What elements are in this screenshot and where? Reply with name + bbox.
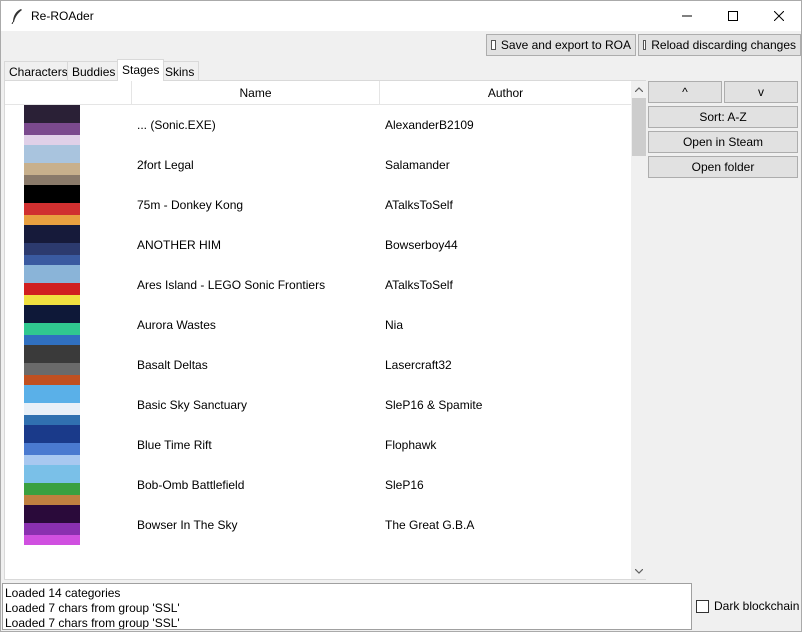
tab-characters[interactable]: Characters xyxy=(4,61,73,81)
stage-author: The Great G.B.A xyxy=(385,518,475,532)
table-row[interactable]: Basalt Deltas Lasercraft32 xyxy=(5,345,631,385)
save-export-button[interactable]: Save and export to ROA xyxy=(486,34,636,56)
chevron-down-icon xyxy=(635,568,643,574)
move-up-button[interactable]: ^ xyxy=(648,81,722,103)
scroll-down-button[interactable] xyxy=(631,563,647,579)
stage-list: ... (Sonic.EXE) AlexanderB2109 2fort Legal… xyxy=(5,105,631,545)
stage-name: Bob-Omb Battlefield xyxy=(137,478,245,492)
stage-thumbnail xyxy=(24,185,80,225)
stage-name: ANOTHER HIM xyxy=(137,238,221,252)
stage-thumbnail xyxy=(24,145,80,185)
stage-name: 75m - Donkey Kong xyxy=(137,198,244,212)
minimize-button[interactable] xyxy=(664,1,710,31)
stages-panel: Name Author ... (Sonic.EXE) AlexanderB210… xyxy=(4,80,647,580)
stage-author: Nia xyxy=(385,318,404,332)
stage-thumbnail xyxy=(24,105,80,145)
reload-icon xyxy=(643,40,647,50)
vertical-scrollbar[interactable] xyxy=(631,81,647,579)
scroll-thumb[interactable] xyxy=(632,98,646,156)
stage-author: Salamander xyxy=(385,158,450,172)
close-icon xyxy=(774,11,784,21)
sort-button[interactable]: Sort: A-Z xyxy=(648,106,798,128)
log-output[interactable]: Loaded 14 categories Loaded 7 chars from… xyxy=(2,583,692,630)
scroll-up-button[interactable] xyxy=(631,81,647,97)
dark-mode-toggle[interactable]: Dark blockchain xyxy=(696,599,799,613)
chevron-up-icon xyxy=(635,86,643,92)
dark-mode-label: Dark blockchain xyxy=(714,599,800,613)
log-line: Loaded 7 chars from group 'SSL' xyxy=(5,616,180,630)
stage-name: ... (Sonic.EXE) xyxy=(137,118,216,132)
tab-skins[interactable]: Skins xyxy=(160,61,200,81)
maximize-button[interactable] xyxy=(710,1,756,31)
table-row[interactable]: 2fort Legal Salamander xyxy=(5,145,631,185)
stage-thumbnail xyxy=(24,465,80,505)
table-row[interactable]: Bob-Omb Battlefield SleP16 xyxy=(5,465,631,505)
table-row[interactable]: Aurora Wastes Nia xyxy=(5,305,631,345)
dark-mode-checkbox[interactable] xyxy=(696,599,709,613)
feather-icon xyxy=(10,8,24,25)
stage-author: SleP16 xyxy=(385,478,424,492)
stage-author: Flophawk xyxy=(385,438,437,452)
window-title: Re-ROAder xyxy=(31,9,94,23)
stage-name: Basic Sky Sanctuary xyxy=(137,398,248,412)
minimize-icon xyxy=(682,15,692,17)
stage-author: AlexanderB2109 xyxy=(385,118,474,132)
stage-thumbnail xyxy=(24,425,80,465)
tab-buddies[interactable]: Buddies xyxy=(67,61,121,81)
reload-label: Reload discarding changes xyxy=(651,38,796,52)
save-icon xyxy=(491,40,496,50)
table-row[interactable]: Blue Time Rift Flophawk xyxy=(5,425,631,465)
stage-name: 2fort Legal xyxy=(137,158,194,172)
stage-thumbnail xyxy=(24,345,80,385)
maximize-icon xyxy=(728,11,738,21)
header-author[interactable]: Author xyxy=(380,81,631,105)
stage-author: Bowserboy44 xyxy=(385,238,458,252)
stage-author: Lasercraft32 xyxy=(385,358,452,372)
log-line: Loaded 14 categories xyxy=(5,586,121,600)
app-window: Re-ROAder Save and export to ROA Reload … xyxy=(0,0,802,632)
stage-thumbnail xyxy=(24,225,80,265)
log-line: Loaded 7 chars from group 'SSL' xyxy=(5,601,180,615)
header-thumbnail[interactable] xyxy=(5,81,132,105)
table-row[interactable]: 75m - Donkey Kong ATalksToSelf xyxy=(5,185,631,225)
stage-name: Blue Time Rift xyxy=(137,438,212,452)
close-button[interactable] xyxy=(756,1,802,31)
move-down-button[interactable]: v xyxy=(724,81,798,103)
table-row[interactable]: ANOTHER HIM Bowserboy44 xyxy=(5,225,631,265)
stage-author: SleP16 & Spamite xyxy=(385,398,483,412)
stage-thumbnail xyxy=(24,385,80,425)
stage-name: Ares Island - LEGO Sonic Frontiers xyxy=(137,278,326,292)
open-in-steam-button[interactable]: Open in Steam xyxy=(648,131,798,153)
table-row[interactable]: ... (Sonic.EXE) AlexanderB2109 xyxy=(5,105,631,145)
title-bar[interactable]: Re-ROAder xyxy=(1,1,801,31)
tab-stages[interactable]: Stages xyxy=(117,59,165,81)
stage-author: ATalksToSelf xyxy=(385,198,453,212)
open-folder-button[interactable]: Open folder xyxy=(648,156,798,178)
stage-name: Bowser In The Sky xyxy=(137,518,238,532)
reload-button[interactable]: Reload discarding changes xyxy=(638,34,801,56)
stage-name: Aurora Wastes xyxy=(137,318,216,332)
stage-author: ATalksToSelf xyxy=(385,278,453,292)
save-export-label: Save and export to ROA xyxy=(500,38,631,52)
stage-name: Basalt Deltas xyxy=(137,358,208,372)
stage-thumbnail xyxy=(24,265,80,305)
stage-thumbnail xyxy=(24,305,80,345)
table-row[interactable]: Bowser In The Sky The Great G.B.A xyxy=(5,505,631,545)
table-header: Name Author xyxy=(5,81,631,105)
table-row[interactable]: Basic Sky Sanctuary SleP16 & Spamite xyxy=(5,385,631,425)
table-row[interactable]: Ares Island - LEGO Sonic Frontiers ATalks… xyxy=(5,265,631,305)
stage-thumbnail xyxy=(24,505,80,545)
header-name[interactable]: Name xyxy=(132,81,380,105)
